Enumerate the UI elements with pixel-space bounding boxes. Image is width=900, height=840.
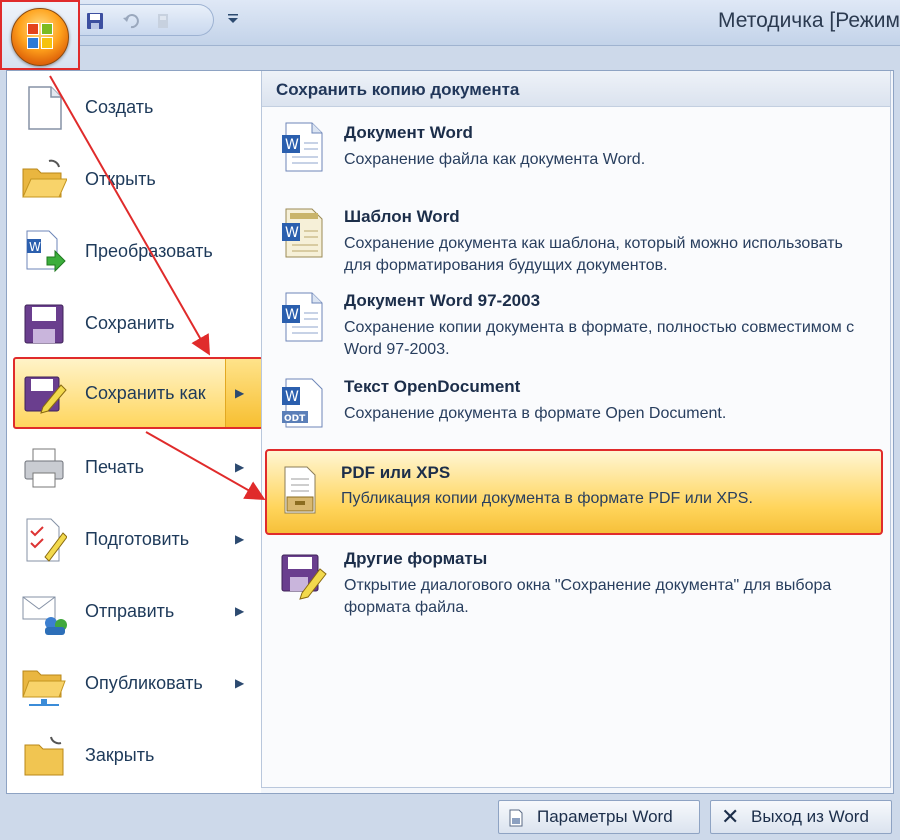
word-97-document-icon: W bbox=[282, 292, 323, 342]
save-option-word-document[interactable]: W Документ Word Сохранение файла как док… bbox=[268, 115, 882, 185]
chevron-right-icon: ▶ bbox=[235, 604, 245, 618]
title-bar: Методичка [Режим bbox=[0, 0, 900, 46]
open-folder-icon bbox=[22, 159, 67, 198]
menu-item-send[interactable]: Отправить ▶ bbox=[7, 577, 261, 645]
menu-item-label: Сохранить как bbox=[85, 382, 206, 403]
close-icon: ✕ bbox=[721, 804, 740, 829]
svg-text:W: W bbox=[285, 307, 299, 323]
menu-item-label: Создать bbox=[85, 96, 154, 117]
svg-text:W: W bbox=[285, 389, 299, 405]
options-icon bbox=[509, 809, 523, 827]
left-menu: Создать Открыть W Преобразовать Сохранит… bbox=[7, 71, 263, 793]
option-description: Публикация копии документа в формате PDF… bbox=[341, 490, 753, 507]
chevron-right-icon: ▶ bbox=[235, 676, 245, 690]
menu-item-publish[interactable]: Опубликовать ▶ bbox=[7, 649, 261, 717]
window-title: Методичка [Режим bbox=[718, 9, 900, 32]
menu-item-label: Открыть bbox=[85, 168, 156, 189]
submenu-header: Сохранить копию документа bbox=[262, 71, 890, 107]
option-title: Документ Word 97-2003 bbox=[344, 291, 541, 310]
menu-item-print[interactable]: Печать ▶ bbox=[7, 433, 261, 501]
menu-item-prepare[interactable]: Подготовить ▶ bbox=[7, 505, 261, 573]
word-options-button[interactable]: Параметры Word bbox=[498, 800, 700, 834]
menu-item-label: Опубликовать bbox=[85, 672, 203, 693]
menu-item-label: Печать bbox=[85, 456, 144, 477]
publish-icon bbox=[22, 670, 66, 706]
svg-text:W: W bbox=[285, 225, 299, 241]
option-title: Текст OpenDocument bbox=[344, 377, 521, 396]
quick-access-toolbar bbox=[78, 4, 214, 36]
save-option-other-formats[interactable]: Другие форматы Открытие диалогового окна… bbox=[268, 541, 882, 621]
word-document-icon: W bbox=[282, 122, 323, 172]
chevron-right-icon: ▶ bbox=[235, 460, 245, 474]
menu-item-label: Закрыть bbox=[85, 744, 155, 765]
odt-document-icon: W ODT bbox=[282, 378, 323, 428]
option-description: Сохранение документа в формате Open Docu… bbox=[344, 405, 727, 422]
redo-icon[interactable] bbox=[154, 12, 172, 30]
menu-item-save[interactable]: Сохранить bbox=[7, 289, 261, 357]
option-description: Открытие диалогового окна "Сохранение до… bbox=[344, 577, 832, 616]
option-title: Шаблон Word bbox=[344, 207, 460, 226]
save-option-word-template[interactable]: W Шаблон Word Сохранение документа как ш… bbox=[268, 199, 882, 279]
exit-word-label: Выход из Word bbox=[751, 807, 869, 826]
exit-word-button[interactable]: ✕ Выход из Word bbox=[710, 800, 892, 834]
undo-icon[interactable] bbox=[122, 12, 140, 30]
option-description: Сохранение документа как шаблона, которы… bbox=[344, 235, 843, 274]
option-title: Документ Word bbox=[344, 123, 473, 142]
pdf-xps-icon bbox=[284, 466, 316, 514]
send-icon bbox=[22, 596, 67, 635]
customize-dropdown-icon[interactable] bbox=[226, 12, 240, 26]
word-template-icon: W bbox=[282, 208, 323, 258]
save-as-icon bbox=[24, 376, 67, 414]
save-as-submenu: Сохранить копию документа W Документ Wor… bbox=[261, 71, 891, 788]
office-button-frame bbox=[0, 0, 80, 70]
chevron-right-icon: ▶ bbox=[235, 532, 245, 546]
menu-item-close[interactable]: Закрыть bbox=[7, 721, 261, 789]
menu-item-convert[interactable]: W Преобразовать bbox=[7, 217, 261, 285]
menu-item-label: Сохранить bbox=[85, 312, 175, 333]
menu-item-new[interactable]: Создать bbox=[7, 73, 261, 141]
menu-item-label: Подготовить bbox=[85, 528, 190, 549]
option-description: Сохранение файла как документа Word. bbox=[344, 151, 646, 168]
svg-text:W: W bbox=[285, 137, 299, 153]
menu-item-open[interactable]: Открыть bbox=[7, 145, 261, 213]
save-option-opendocument[interactable]: W ODT Текст OpenDocument Сохранение доку… bbox=[268, 369, 882, 439]
option-description: Сохранение копии документа в формате, по… bbox=[344, 319, 855, 358]
svg-text:W: W bbox=[29, 240, 41, 254]
new-document-icon bbox=[28, 86, 62, 130]
office-button[interactable] bbox=[11, 8, 69, 66]
office-menu: Создать Открыть W Преобразовать Сохранит… bbox=[6, 70, 894, 794]
save-icon[interactable] bbox=[86, 12, 104, 30]
save-icon bbox=[24, 304, 64, 344]
menu-item-label: Отправить bbox=[85, 600, 175, 621]
other-formats-icon bbox=[281, 554, 327, 600]
close-folder-icon bbox=[24, 736, 64, 776]
option-title: Другие форматы bbox=[344, 549, 488, 568]
printer-icon bbox=[24, 448, 64, 488]
convert-icon: W bbox=[26, 230, 66, 273]
prepare-icon bbox=[26, 518, 67, 562]
save-option-pdf-xps[interactable]: PDF или XPS Публикация копии документа в… bbox=[265, 449, 883, 535]
option-title: PDF или XPS bbox=[341, 463, 451, 482]
office-logo-icon bbox=[27, 23, 55, 51]
menu-item-save-as[interactable]: Сохранить как ▶ bbox=[13, 357, 263, 429]
menu-item-label: Преобразовать bbox=[85, 240, 213, 261]
word-options-label: Параметры Word bbox=[537, 807, 673, 826]
odt-badge: ODT bbox=[284, 414, 306, 424]
chevron-right-icon: ▶ bbox=[235, 386, 245, 400]
save-option-word-97-2003[interactable]: W Документ Word 97-2003 Сохранение копии… bbox=[268, 283, 882, 363]
